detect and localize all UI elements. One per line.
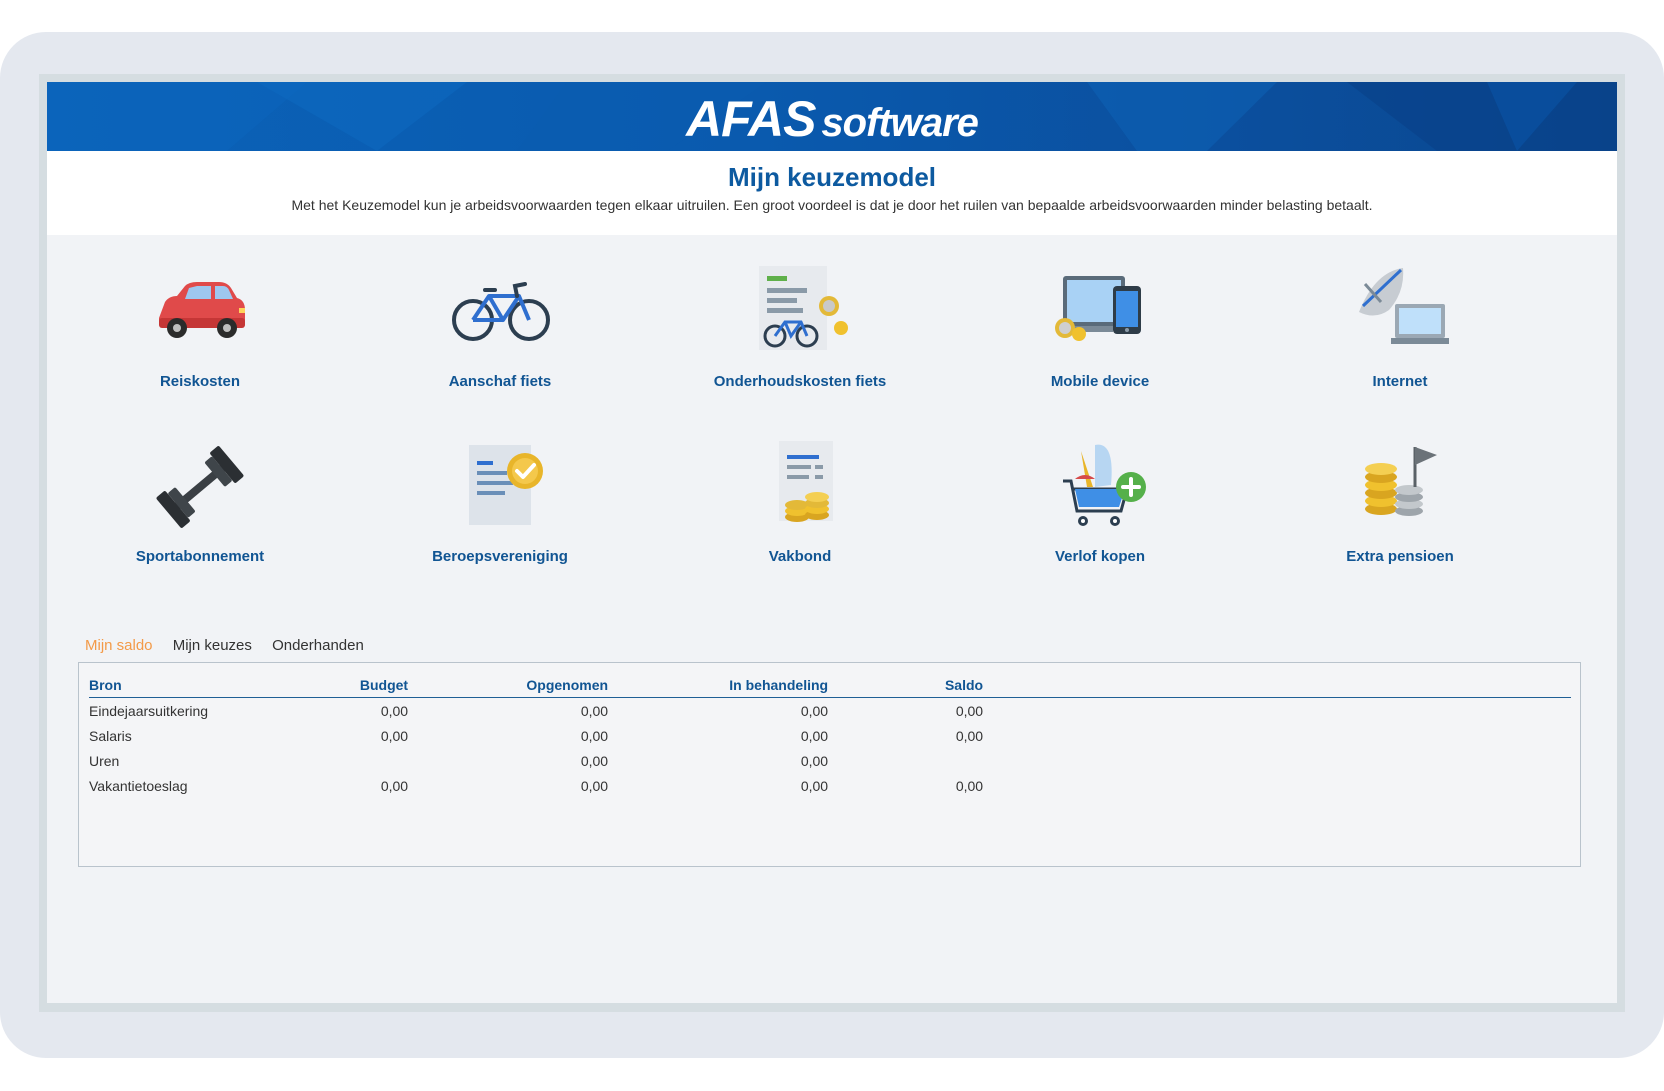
option-tiles: Reiskosten Aanschaf fiets Onderhoudskost… [47, 257, 1617, 657]
balance-panel: Bron Budget Opgenomen In behandeling Sal… [78, 662, 1581, 867]
cell-saldo: 0,00 [955, 702, 984, 719]
cell-filler [983, 748, 1571, 773]
page-title: Mijn keuzemodel [727, 162, 937, 192]
cell-opgenomen: 0,00 [580, 702, 609, 719]
tile-label: Aanschaf fiets [448, 373, 552, 390]
app-screen: AFAS software Mijn keuzemodel Met het Keu… [47, 82, 1617, 1003]
shopping-cart-icon [1063, 444, 1146, 526]
cell-in-behandeling: 0,00 [800, 727, 829, 744]
dumbbell-icon [156, 446, 244, 528]
tile-beroepsvereniging[interactable]: Beroepsvereniging [350, 437, 650, 567]
bicycle-icon [452, 282, 550, 341]
header-banner: AFAS software [47, 82, 1617, 151]
tile-label: Extra pensioen [1346, 548, 1454, 565]
table-header-row: Bron Budget Opgenomen In behandeling Sal… [89, 673, 1571, 698]
column-header-filler [983, 673, 1571, 698]
cell-opgenomen: 0,00 [580, 752, 609, 769]
cell-filler [983, 723, 1571, 748]
tile-label: Onderhoudskosten fiets [713, 373, 887, 390]
tile-vakbond[interactable]: Vakbond [650, 437, 950, 567]
coins-flag-icon [1365, 447, 1437, 516]
column-header-opgenomen[interactable]: Opgenomen [408, 673, 609, 698]
tile-label: Sportabonnement [135, 548, 265, 565]
cell-budget [208, 748, 408, 773]
balance-tabs: Mijn saldo Mijn keuzes Onderhanden [85, 637, 380, 661]
tile-onderhoudskosten-fiets[interactable]: Onderhoudskosten fiets [650, 262, 950, 392]
tile-aanschaf-fiets[interactable]: Aanschaf fiets [350, 262, 650, 392]
tile-reiskosten[interactable]: Reiskosten [50, 262, 350, 392]
cell-filler [983, 773, 1571, 798]
cell-in-behandeling: 0,00 [800, 777, 829, 794]
balance-table: Bron Budget Opgenomen In behandeling Sal… [89, 673, 1571, 798]
table-row[interactable]: Salaris 0,00 0,00 0,00 0,00 [89, 723, 1571, 748]
table-row[interactable]: Uren 0,00 0,00 [89, 748, 1571, 773]
tile-mobile-device[interactable]: Mobile device [950, 262, 1250, 392]
table-row[interactable]: Vakantietoeslag 0,00 0,00 0,00 0,00 [89, 773, 1571, 798]
tab-mijn-keuzes[interactable]: Mijn keuzes [173, 637, 252, 654]
cell-budget: 0,00 [380, 777, 409, 794]
cell-in-behandeling: 0,00 [800, 702, 829, 719]
mobile-device-icon [1055, 276, 1141, 341]
cell-filler [983, 698, 1571, 724]
column-header-budget[interactable]: Budget [208, 673, 409, 698]
cell-bron: Vakantietoeslag [89, 777, 188, 794]
tab-onderhanden[interactable]: Onderhanden [272, 637, 364, 654]
intro-section: Mijn keuzemodel Met het Keuzemodel kun j… [47, 151, 1617, 235]
table-row[interactable]: Eindejaarsuitkering 0,00 0,00 0,00 0,00 [89, 698, 1571, 724]
afas-logo[interactable]: AFAS software [47, 90, 1617, 148]
cell-bron: Eindejaarsuitkering [89, 702, 209, 719]
logo-sub-text: software [821, 101, 978, 145]
tile-verlof-kopen[interactable]: Verlof kopen [950, 437, 1250, 567]
cell-bron: Uren [89, 752, 120, 769]
column-header-bron[interactable]: Bron [89, 673, 209, 698]
cell-bron: Salaris [89, 727, 132, 744]
page-description: Met het Keuzemodel kun je arbeidsvoorwaa… [291, 197, 1373, 213]
bicycle-maintenance-icon [759, 266, 848, 350]
union-coins-icon [779, 441, 833, 522]
cell-saldo: 0,00 [955, 727, 984, 744]
cell-budget: 0,00 [380, 727, 409, 744]
tile-label: Mobile device [1050, 373, 1150, 390]
cell-saldo: 0,00 [955, 777, 984, 794]
car-icon [159, 282, 245, 338]
tile-label: Internet [1372, 373, 1428, 390]
tab-mijn-saldo[interactable]: Mijn saldo [85, 637, 153, 654]
tile-internet[interactable]: Internet [1250, 262, 1550, 392]
cell-budget: 0,00 [380, 702, 409, 719]
cell-opgenomen: 0,00 [580, 727, 609, 744]
tile-label: Verlof kopen [1054, 548, 1146, 565]
logo-main-text: AFAS [686, 91, 816, 147]
column-header-in-behandeling[interactable]: In behandeling [608, 673, 829, 698]
tile-sportabonnement[interactable]: Sportabonnement [50, 437, 350, 567]
tile-extra-pensioen[interactable]: Extra pensioen [1250, 437, 1550, 567]
cell-in-behandeling: 0,00 [800, 752, 829, 769]
internet-icon [1359, 268, 1449, 344]
certificate-icon [469, 445, 543, 525]
cell-saldo [828, 748, 983, 773]
tile-label: Reiskosten [159, 373, 241, 390]
column-header-saldo[interactable]: Saldo [828, 673, 984, 698]
tile-label: Vakbond [768, 548, 832, 565]
tile-label: Beroepsvereniging [432, 548, 568, 565]
cell-opgenomen: 0,00 [580, 777, 609, 794]
